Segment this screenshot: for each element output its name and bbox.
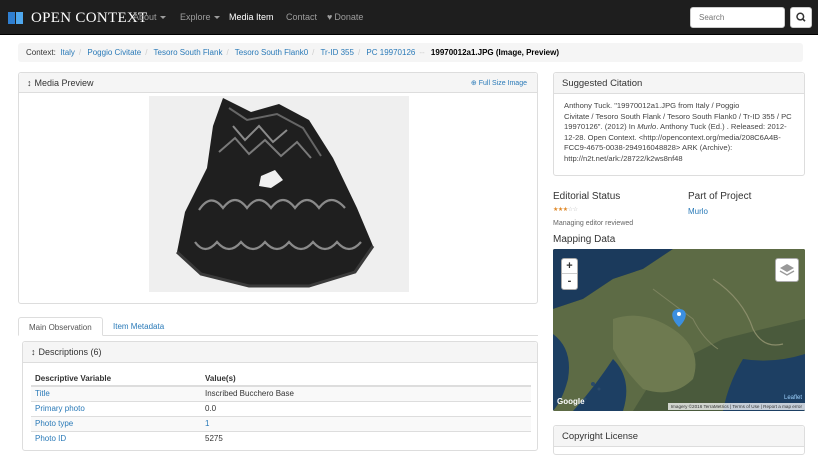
variable-value: 5275 (201, 430, 531, 446)
variable-link[interactable]: Photo type (31, 415, 201, 431)
breadcrumb-tesoro-south-flank0[interactable]: Tesoro South Flank0 (235, 48, 308, 57)
search-button[interactable] (790, 7, 812, 28)
breadcrumb-pc-item[interactable]: PC 19970126 (366, 48, 415, 57)
zoom-in-button[interactable]: + (562, 259, 577, 274)
variable-value[interactable]: 1 (201, 415, 531, 431)
search-input[interactable] (690, 7, 785, 28)
table-row: Photo ID 5275 (31, 430, 531, 446)
editorial-star-rating: ★★★☆☆ (553, 206, 578, 213)
variable-link[interactable]: Primary photo (31, 400, 201, 416)
nav-contact[interactable]: Contact (286, 12, 317, 22)
search-icon (796, 12, 806, 22)
table-row: Photo type 1 (31, 415, 531, 431)
citation-text: Anthony Tuck. "19970012a1.JPG from Italy… (564, 101, 792, 163)
column-header: Value(s) (201, 371, 531, 387)
editorial-note: Managing editor reviewed (553, 220, 634, 227)
nav-donate[interactable]: ♥ Donate (327, 12, 363, 22)
descriptions-table: Descriptive Variable Value(s) Title Insc… (31, 371, 531, 446)
nav-about[interactable]: About (133, 12, 166, 22)
variable-link[interactable]: Photo ID (31, 430, 201, 446)
observation-tabs: Main Observation Item Metadata (18, 317, 538, 336)
variable-value: 0.0 (201, 400, 531, 416)
leaflet-link[interactable]: Leaflet (784, 395, 802, 401)
editorial-status-title: Editorial Status (553, 191, 621, 202)
bucchero-sherd-image (175, 98, 375, 288)
map-attribution[interactable]: Imagery ©2016 TerraMetrics | Terms of Us… (667, 403, 805, 410)
zoom-in-icon: ⊕ (470, 80, 477, 87)
navbar: OPEN CONTEXT About Explore Media Item Co… (0, 0, 818, 35)
breadcrumb: Context: Italy / Poggio Civitate / Tesoro … (18, 43, 803, 62)
satellite-map-image (553, 249, 805, 411)
heart-icon: ♥ (327, 12, 333, 22)
breadcrumb-label: Context: (26, 48, 56, 57)
copyright-heading: Copyright License (554, 426, 804, 447)
breadcrumb-tesoro-south-flank[interactable]: Tesoro South Flank (154, 48, 223, 57)
media-preview-panel: ↕ Media Preview ⊕ Full Size Image (18, 72, 538, 304)
map-view[interactable]: + - Google Leaflet Imagery ©2016 TerraMe… (553, 249, 805, 411)
resize-vertical-icon: ↕ (31, 347, 36, 357)
chevron-down-icon (159, 16, 166, 20)
preview-image[interactable] (149, 96, 409, 292)
descriptions-panel: ↕ Descriptions (6) Descriptive Variable V… (22, 341, 538, 451)
nav-explore[interactable]: Explore (180, 12, 220, 22)
nav-media-item[interactable]: Media Item (229, 12, 274, 22)
full-size-image-link[interactable]: ⊕ Full Size Image (471, 79, 527, 87)
breadcrumb-poggio-civitate[interactable]: Poggio Civitate (87, 48, 141, 57)
layers-icon (779, 264, 795, 276)
breadcrumb-tr-id[interactable]: Tr-ID 355 (320, 48, 354, 57)
tab-main-observation[interactable]: Main Observation (18, 317, 103, 336)
zoom-out-button[interactable]: - (562, 274, 577, 289)
mapping-data-title: Mapping Data (553, 234, 616, 245)
map-layers-button[interactable] (775, 258, 799, 282)
table-row: Primary photo 0.0 (31, 400, 531, 416)
brand-logo[interactable]: OPEN CONTEXT (8, 9, 148, 27)
chevron-down-icon (213, 16, 220, 20)
project-link[interactable]: Murlo (688, 207, 708, 216)
resize-vertical-icon: ↕ (27, 78, 32, 88)
descriptions-heading: ↕ Descriptions (6) (23, 342, 537, 363)
map-zoom-control: + - (561, 258, 578, 290)
part-of-project-title: Part of Project (688, 191, 752, 202)
citation-panel: Suggested Citation Anthony Tuck. "199700… (553, 72, 805, 176)
star-empty-icon: ☆ (572, 207, 578, 213)
tab-item-metadata[interactable]: Item Metadata (103, 317, 174, 336)
table-row: Title Inscribed Bucchero Base (31, 385, 531, 401)
variable-value: Inscribed Bucchero Base (201, 385, 531, 401)
breadcrumb-italy[interactable]: Italy (60, 48, 75, 57)
column-header: Descriptive Variable (31, 371, 201, 387)
media-preview-heading: ↕ Media Preview ⊕ Full Size Image (19, 73, 537, 93)
table-header-row: Descriptive Variable Value(s) (31, 371, 531, 387)
brand-text: OPEN CONTEXT (31, 9, 148, 26)
citation-heading: Suggested Citation (554, 73, 804, 94)
variable-link[interactable]: Title (31, 385, 201, 401)
open-context-logo-icon (8, 12, 23, 24)
breadcrumb-current: 19970012a1.JPG (Image, Preview) (430, 48, 560, 57)
copyright-panel: Copyright License (553, 425, 805, 455)
google-logo: Google (557, 397, 585, 406)
